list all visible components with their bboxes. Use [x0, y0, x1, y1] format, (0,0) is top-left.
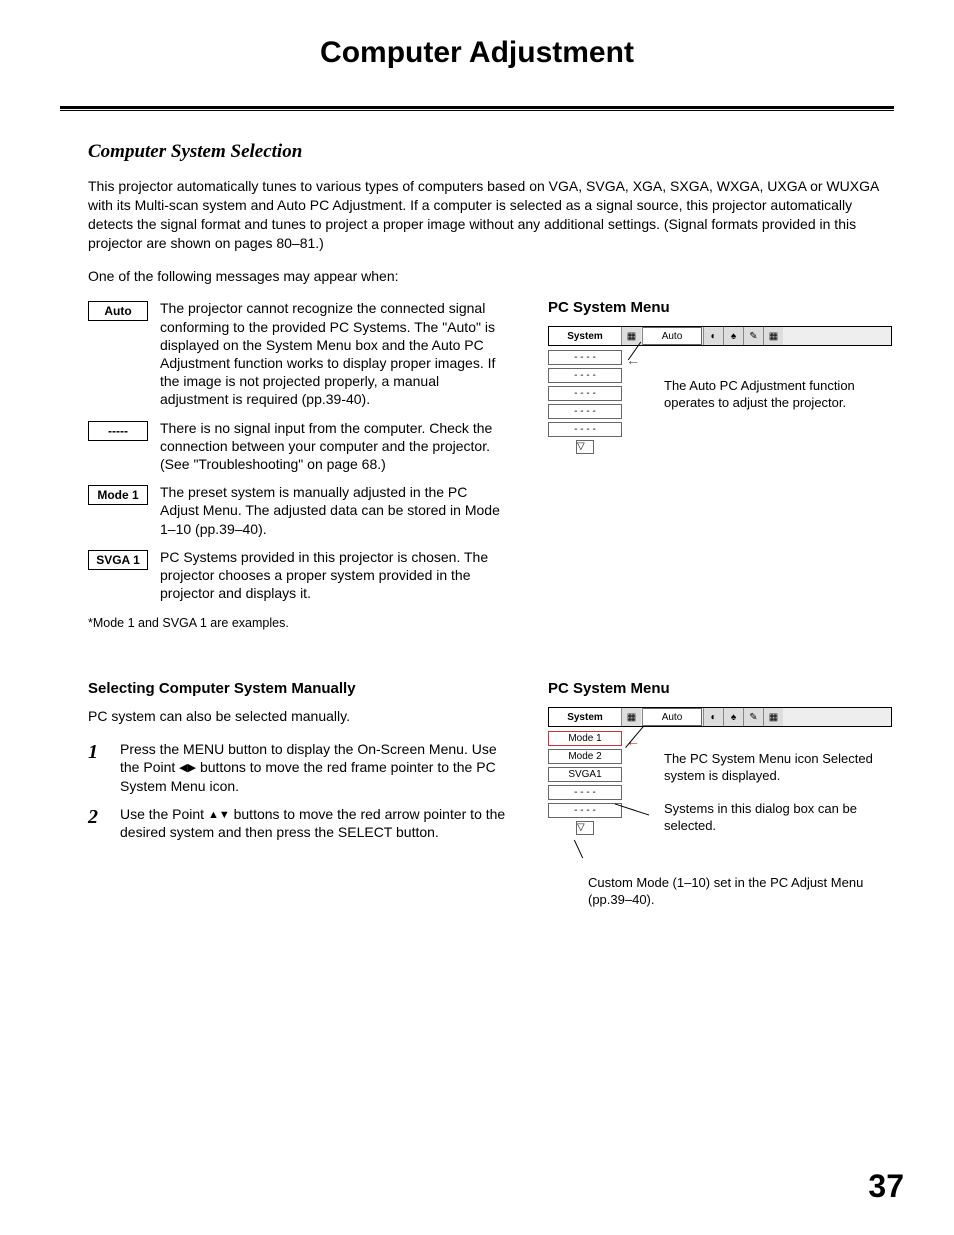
- page-number: 37: [868, 1168, 904, 1205]
- menu1-callout: The Auto PC Adjustment function operates…: [664, 378, 892, 412]
- menu2-item: - - - -: [548, 803, 622, 818]
- label-auto: Auto: [88, 301, 148, 321]
- section2-heading: Selecting Computer System Manually: [88, 680, 508, 697]
- messages-intro: One of the following messages may appear…: [88, 267, 892, 286]
- step-number-1: 1: [88, 742, 108, 795]
- arrow-left-right-icon: ◀▶: [179, 762, 196, 774]
- intro-paragraph: This projector automatically tunes to va…: [88, 177, 892, 253]
- menu1-title: PC System Menu: [548, 299, 892, 316]
- down-arrow-icon: ▽: [576, 821, 594, 835]
- menu2-item-mode2: Mode 2: [548, 749, 622, 764]
- menu2-icon1: ▦: [621, 708, 641, 726]
- arrow-up-down-icon: ▲▼: [208, 809, 230, 821]
- menu1-icon2: ◐: [703, 327, 723, 345]
- menu2-diagram: System ▦ Auto ◐ ♠ ✎ ▦ Mode 1 Mode 2 SVGA…: [548, 707, 892, 909]
- menu2-item-mode1: Mode 1: [548, 731, 622, 746]
- text-svga1: PC Systems provided in this projector is…: [160, 548, 508, 603]
- menu1-item: - - - -: [548, 422, 622, 437]
- menu1-item: - - - -: [548, 404, 622, 419]
- menu2-icon4: ✎: [743, 708, 763, 726]
- menu1-item: - - - -: [548, 368, 622, 383]
- menu2-icon2: ◐: [703, 708, 723, 726]
- label-svga1: SVGA 1: [88, 550, 148, 570]
- menu2-callout-1: The PC System Menu icon Selected system …: [664, 751, 892, 785]
- step-text-1: Press the MENU button to display the On-…: [120, 740, 508, 795]
- menu1-icon4: ✎: [743, 327, 763, 345]
- menu2-title: PC System Menu: [548, 680, 892, 697]
- menu2-custom-note: Custom Mode (1–10) set in the PC Adjust …: [588, 875, 892, 909]
- menu2-callout-2: Systems in this dialog box can be select…: [664, 801, 892, 835]
- menu1-diagram: System ▦ Auto ◐ ♠ ✎ ▦ - - - - - - - - - …: [548, 326, 892, 454]
- rule-bold: [60, 106, 894, 109]
- menu2-icon5: ▦: [763, 708, 783, 726]
- text-nosignal: There is no signal input from the comput…: [160, 419, 508, 474]
- menu2-item-svga1: SVGA1: [548, 767, 622, 782]
- menu2-item: - - - -: [548, 785, 622, 800]
- pointer-arrow-red-icon: ←: [626, 733, 640, 749]
- menu1-system-label: System: [549, 327, 621, 345]
- menu2-system-label: System: [549, 708, 621, 726]
- page-title: Computer Adjustment: [60, 36, 894, 76]
- section-heading: Computer System Selection: [88, 141, 892, 163]
- label-mode1: Mode 1: [88, 485, 148, 505]
- menu2-auto-label: Auto: [642, 708, 702, 726]
- menu1-icon3: ♠: [723, 327, 743, 345]
- footnote: *Mode 1 and SVGA 1 are examples.: [88, 616, 508, 630]
- label-nosignal: -----: [88, 421, 148, 441]
- rule-thin: [60, 110, 894, 111]
- section2-intro: PC system can also be selected manually.: [88, 707, 508, 726]
- step-number-2: 2: [88, 807, 108, 841]
- menu1-auto-label: Auto: [642, 327, 702, 345]
- menu2-icon3: ♠: [723, 708, 743, 726]
- menu1-item: - - - -: [548, 350, 622, 365]
- text-auto: The projector cannot recognize the conne…: [160, 299, 508, 408]
- menu1-item: - - - -: [548, 386, 622, 401]
- menu1-icon5: ▦: [763, 327, 783, 345]
- step-text-2: Use the Point ▲▼ buttons to move the red…: [120, 805, 508, 841]
- down-arrow-icon: ▽: [576, 440, 594, 454]
- text-mode1: The preset system is manually adjusted i…: [160, 483, 508, 538]
